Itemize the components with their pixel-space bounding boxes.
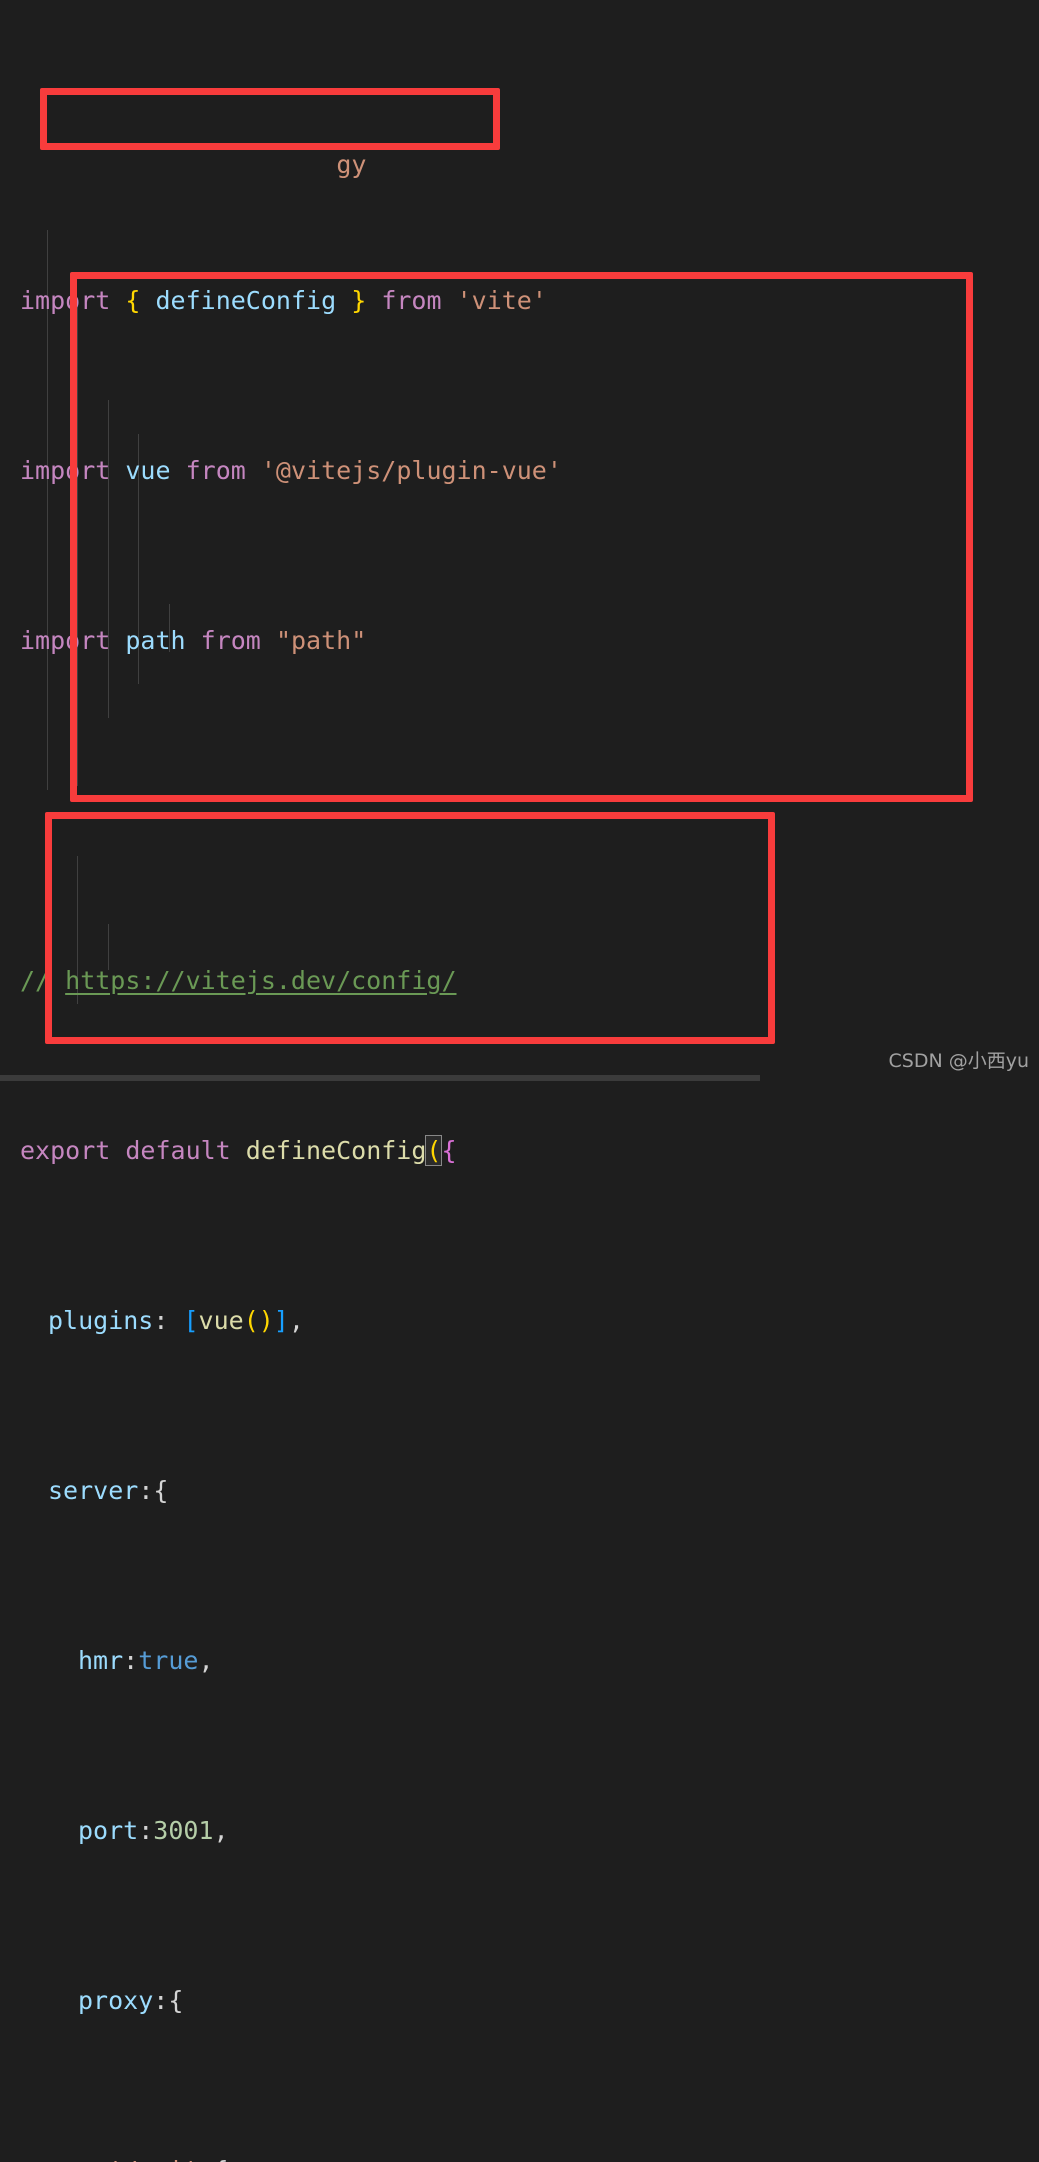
- keyword-import: import: [20, 456, 111, 485]
- paren-open-matched: (: [425, 1135, 443, 1166]
- code-editor[interactable]: gy import { defineConfig } from 'vite' i…: [0, 0, 1039, 2162]
- scrollbar-thumb[interactable]: [0, 1075, 760, 1081]
- comma: ,: [198, 1646, 214, 1675]
- code-line-comment-docs[interactable]: // https://vitejs.dev/config/: [0, 964, 1039, 998]
- code-line-api-route[interactable]: '/api':{: [0, 2154, 1039, 2162]
- code-line-import-vue[interactable]: import vue from '@vitejs/plugin-vue': [0, 454, 1039, 488]
- brace-open: {: [441, 1136, 457, 1165]
- keyword-import: import: [20, 286, 111, 315]
- partial-token: gy: [336, 150, 367, 179]
- comma: ,: [213, 1816, 229, 1845]
- colon-brace: :{: [198, 2156, 228, 2162]
- function-vue: vue: [198, 1306, 244, 1335]
- keyword-import: import: [20, 626, 111, 655]
- code-line-server[interactable]: server:{: [0, 1474, 1039, 1508]
- keyword-default: default: [125, 1136, 231, 1165]
- code-line-export-default[interactable]: export default defineConfig({: [0, 1134, 1039, 1168]
- key-port: port: [78, 1816, 139, 1845]
- module-string-plugin-vue: '@vitejs/plugin-vue': [260, 456, 562, 485]
- function-defineconfig: defineConfig: [245, 1136, 427, 1165]
- key-server: server: [48, 1476, 139, 1505]
- comma: ,: [288, 1306, 304, 1335]
- code-line-partial-top[interactable]: gy: [0, 114, 1039, 179]
- comment-slashes: //: [20, 966, 66, 995]
- keyword-from: from: [200, 626, 261, 655]
- key-api-path: '/api': [108, 2156, 198, 2162]
- keyword-from: from: [185, 456, 246, 485]
- code-line-port[interactable]: port:3001,: [0, 1814, 1039, 1848]
- key-plugins: plugins: [48, 1306, 154, 1335]
- brace-open: {: [125, 286, 141, 315]
- colon: :: [123, 1646, 139, 1675]
- comment-url-link[interactable]: https://vitejs.dev/config/: [65, 966, 456, 995]
- colon: :: [138, 1816, 154, 1845]
- code-line-hmr[interactable]: hmr:true,: [0, 1644, 1039, 1678]
- keyword-export: export: [20, 1136, 111, 1165]
- code-line-proxy[interactable]: proxy:{: [0, 1984, 1039, 2018]
- bracket-close: ]: [273, 1306, 289, 1335]
- brace-close: }: [351, 286, 367, 315]
- bracket-open: [: [183, 1306, 199, 1335]
- module-string-path: "path": [275, 626, 367, 655]
- key-proxy: proxy: [78, 1986, 154, 2015]
- code-content[interactable]: gy import { defineConfig } from 'vite' i…: [0, 0, 1039, 2162]
- colon: :: [153, 1306, 184, 1335]
- code-line-plugins[interactable]: plugins: [vue()],: [0, 1304, 1039, 1338]
- identifier-defineconfig: defineConfig: [155, 286, 337, 315]
- identifier-path: path: [125, 626, 186, 655]
- code-line-blank[interactable]: [0, 794, 1039, 828]
- identifier-vue: vue: [125, 456, 171, 485]
- horizontal-scrollbar[interactable]: [0, 1075, 1039, 1081]
- module-string-vite: 'vite': [456, 286, 547, 315]
- key-hmr: hmr: [78, 1646, 124, 1675]
- value-port-number: 3001: [153, 1816, 214, 1845]
- code-line-import-vite[interactable]: import { defineConfig } from 'vite': [0, 284, 1039, 318]
- colon-brace: :{: [138, 1476, 169, 1505]
- keyword-from: from: [381, 286, 442, 315]
- value-true: true: [138, 1646, 199, 1675]
- watermark-csdn: CSDN @小西yu: [888, 1050, 1030, 1072]
- colon-brace: :{: [153, 1986, 184, 2015]
- code-line-import-path[interactable]: import path from "path": [0, 624, 1039, 658]
- call-parens: (): [243, 1306, 274, 1335]
